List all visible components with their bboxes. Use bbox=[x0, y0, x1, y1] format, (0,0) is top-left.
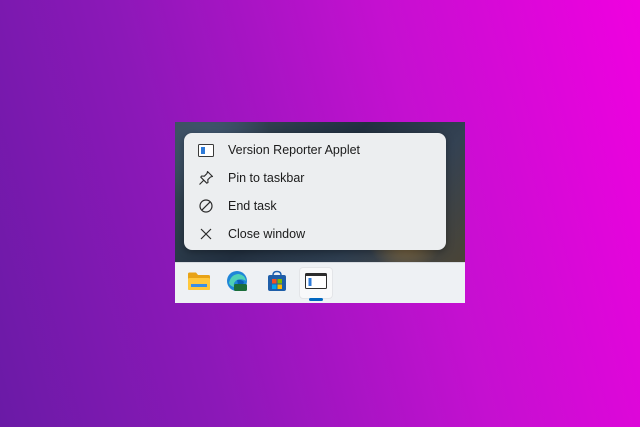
edge-beta-icon bbox=[225, 269, 249, 298]
menu-item-label: Pin to taskbar bbox=[228, 171, 305, 185]
taskbar-microsoft-store-button[interactable] bbox=[260, 267, 294, 299]
menu-item-pin-to-taskbar[interactable]: Pin to taskbar bbox=[188, 165, 442, 191]
pin-icon bbox=[198, 170, 214, 186]
taskbar-edge-beta-button[interactable] bbox=[220, 267, 254, 299]
menu-item-app-title[interactable]: Version Reporter Applet bbox=[188, 137, 442, 163]
menu-item-label: End task bbox=[228, 199, 277, 213]
file-explorer-icon bbox=[187, 271, 211, 296]
menu-item-close-window[interactable]: Close window bbox=[188, 221, 442, 247]
taskbar-context-menu: Version Reporter Applet Pin to taskbar E… bbox=[184, 133, 446, 250]
taskbar-file-explorer-button[interactable] bbox=[182, 267, 216, 299]
taskbar bbox=[175, 262, 465, 303]
menu-item-label: Version Reporter Applet bbox=[228, 143, 361, 157]
menu-item-label: Close window bbox=[228, 227, 306, 241]
close-icon bbox=[198, 226, 214, 242]
screenshot-frame: Version Reporter Applet Pin to taskbar E… bbox=[175, 122, 465, 303]
app-window-icon bbox=[198, 142, 214, 158]
microsoft-store-icon bbox=[266, 270, 288, 297]
end-task-icon bbox=[198, 198, 214, 214]
menu-item-end-task[interactable]: End task bbox=[188, 193, 442, 219]
taskbar-version-reporter-button[interactable] bbox=[299, 267, 333, 299]
version-reporter-app-icon bbox=[305, 272, 327, 294]
active-app-indicator bbox=[309, 298, 323, 301]
